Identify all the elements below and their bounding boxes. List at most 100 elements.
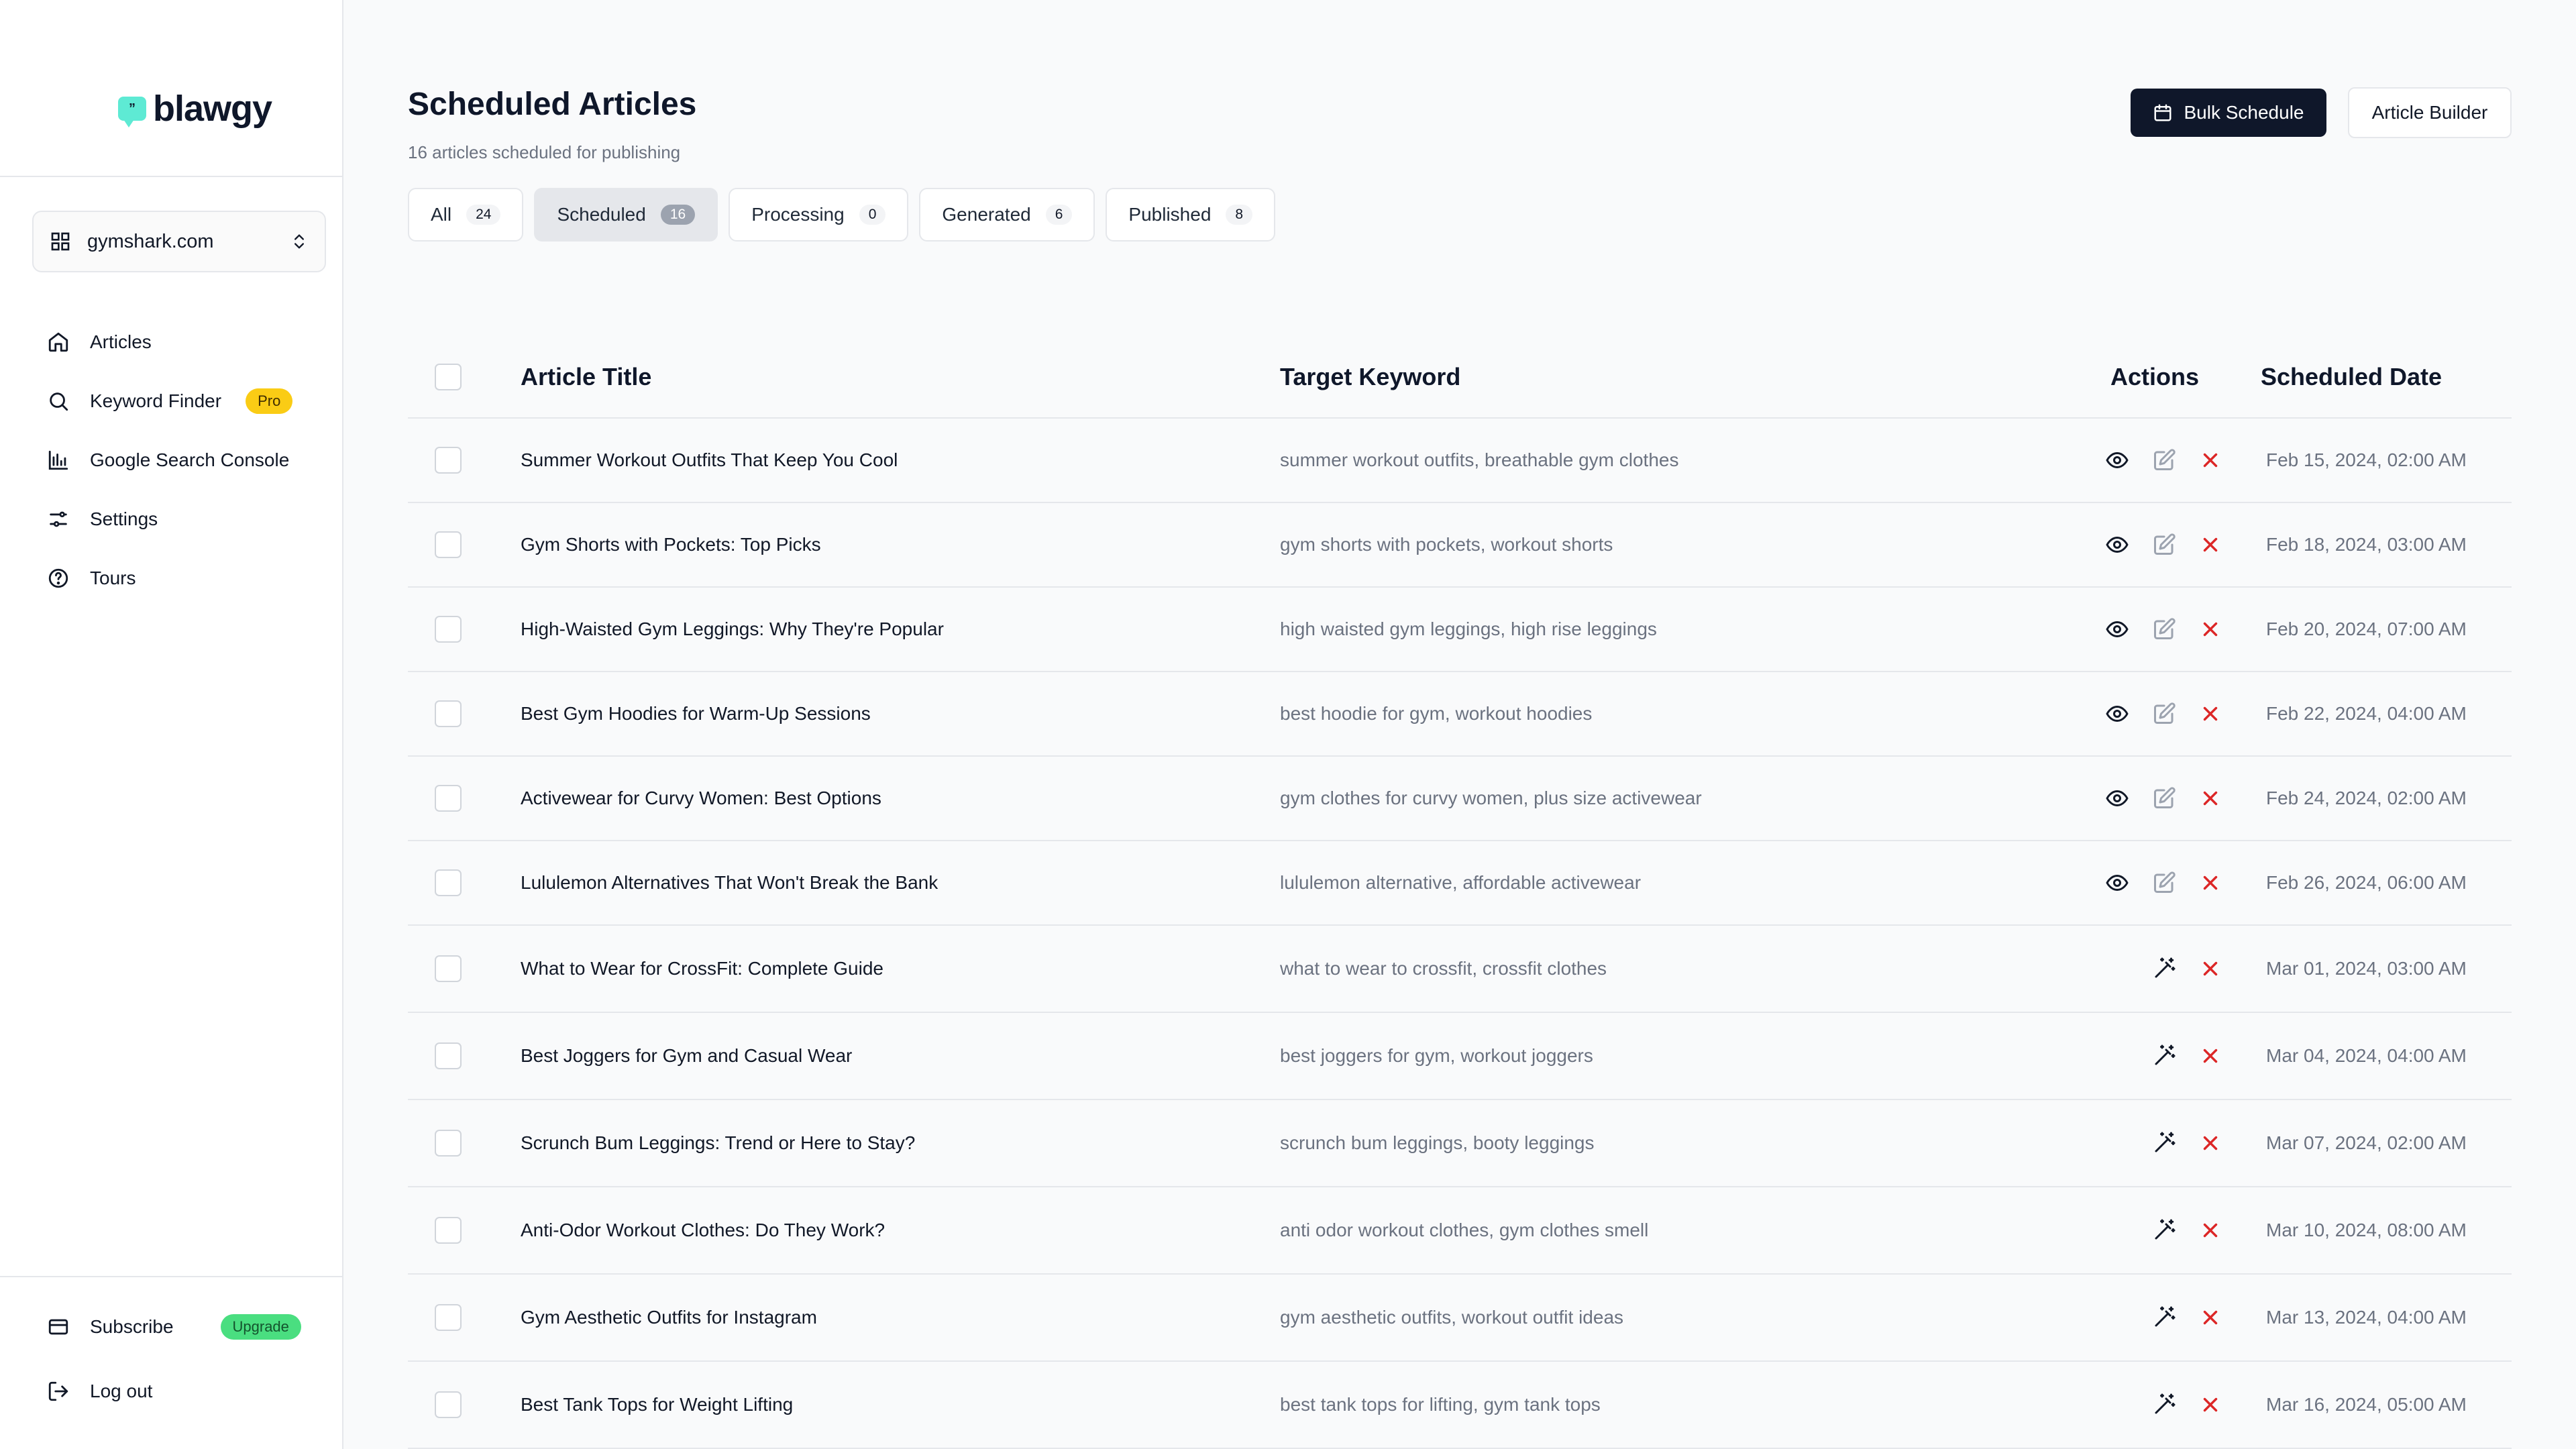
column-header-title[interactable]: Article Title (521, 335, 651, 419)
row-checkbox[interactable] (435, 447, 462, 474)
article-title[interactable]: Best Joggers for Gym and Casual Wear (521, 1013, 852, 1099)
table-header: Article Title Target Keyword Actions Sch… (408, 335, 2512, 419)
table-row[interactable]: Summer Workout Outfits That Keep You Coo… (408, 419, 2512, 503)
delete-icon[interactable] (2199, 618, 2222, 641)
table-row[interactable]: Best Gym Hoodies for Warm-Up Sessions bes… (408, 672, 2512, 757)
table-row[interactable]: Lululemon Alternatives That Won't Break … (408, 841, 2512, 926)
view-icon[interactable] (2105, 533, 2129, 557)
select-all-checkbox[interactable] (435, 364, 462, 390)
row-checkbox[interactable] (435, 1130, 462, 1157)
article-title[interactable]: High-Waisted Gym Leggings: Why They're P… (521, 588, 944, 671)
view-icon[interactable] (2105, 448, 2129, 472)
sidebar-item-google-search-console[interactable]: Google Search Console (47, 431, 329, 490)
magic-wand-icon[interactable] (2152, 1218, 2176, 1242)
article-title[interactable]: Lululemon Alternatives That Won't Break … (521, 841, 938, 924)
view-icon[interactable] (2105, 871, 2129, 895)
sidebar-item-keyword-finder[interactable]: Keyword Finder Pro (47, 372, 329, 431)
tab-scheduled[interactable]: Scheduled 16 (534, 188, 718, 241)
upgrade-badge[interactable]: Upgrade (220, 1314, 301, 1340)
brand-logo[interactable]: ” blawgy (118, 87, 272, 130)
delete-icon[interactable] (2199, 1393, 2222, 1416)
table-row[interactable]: High-Waisted Gym Leggings: Why They're P… (408, 588, 2512, 672)
article-title[interactable]: Best Tank Tops for Weight Lifting (521, 1362, 793, 1448)
target-keyword: what to wear to crossfit, crossfit cloth… (1280, 958, 1607, 979)
table-row[interactable]: Scrunch Bum Leggings: Trend or Here to S… (408, 1100, 2512, 1187)
article-title[interactable]: Gym Shorts with Pockets: Top Picks (521, 503, 821, 586)
delete-icon[interactable] (2199, 1132, 2222, 1155)
table-row[interactable]: Gym Aesthetic Outfits for Instagram gym a… (408, 1275, 2512, 1362)
row-actions (2054, 1100, 2222, 1186)
delete-icon[interactable] (2199, 702, 2222, 725)
article-title[interactable]: Gym Aesthetic Outfits for Instagram (521, 1275, 817, 1360)
delete-icon[interactable] (2199, 449, 2222, 472)
article-title[interactable]: Activewear for Curvy Women: Best Options (521, 757, 881, 840)
row-actions (2054, 841, 2222, 924)
table-row[interactable]: Gym Shorts with Pockets: Top Picks gym sh… (408, 503, 2512, 588)
delete-icon[interactable] (2199, 1306, 2222, 1329)
sidebar-item-logout[interactable]: Log out (47, 1359, 329, 1424)
sidebar-item-tours[interactable]: Tours (47, 549, 329, 608)
column-header-date[interactable]: Scheduled Date (2261, 335, 2442, 419)
article-title[interactable]: What to Wear for CrossFit: Complete Guid… (521, 926, 883, 1012)
row-checkbox[interactable] (435, 785, 462, 812)
row-checkbox[interactable] (435, 1304, 462, 1331)
article-builder-button[interactable]: Article Builder (2348, 87, 2512, 138)
scheduled-date: Feb 15, 2024, 02:00 AM (2266, 449, 2467, 470)
row-checkbox[interactable] (435, 1042, 462, 1069)
bulk-schedule-button[interactable]: Bulk Schedule (2131, 89, 2326, 137)
delete-icon[interactable] (2199, 787, 2222, 810)
target-keyword: high waisted gym leggings, high rise leg… (1280, 619, 1657, 639)
delete-icon[interactable] (2199, 957, 2222, 980)
magic-wand-icon[interactable] (2152, 1044, 2176, 1068)
table-row[interactable]: What to Wear for CrossFit: Complete Guid… (408, 926, 2512, 1013)
target-keyword: best hoodie for gym, workout hoodies (1280, 703, 1593, 724)
sidebar-item-subscribe[interactable]: Subscribe Upgrade (47, 1295, 329, 1359)
row-checkbox[interactable] (435, 955, 462, 982)
magic-wand-icon[interactable] (2152, 1131, 2176, 1155)
article-title[interactable]: Summer Workout Outfits That Keep You Coo… (521, 419, 898, 502)
column-header-keyword[interactable]: Target Keyword (1280, 335, 1460, 419)
row-select-cell (435, 672, 462, 755)
row-checkbox[interactable] (435, 1391, 462, 1418)
sidebar-item-articles[interactable]: Articles (47, 313, 329, 372)
article-title[interactable]: Best Gym Hoodies for Warm-Up Sessions (521, 672, 871, 755)
magic-wand-icon[interactable] (2152, 957, 2176, 981)
row-checkbox[interactable] (435, 869, 462, 896)
row-checkbox[interactable] (435, 1217, 462, 1244)
table-row[interactable]: Best Tank Tops for Weight Lifting best ta… (408, 1362, 2512, 1449)
edit-icon[interactable] (2152, 871, 2176, 895)
article-title[interactable]: Anti-Odor Workout Clothes: Do They Work? (521, 1187, 885, 1273)
tab-published[interactable]: Published 8 (1106, 188, 1276, 241)
delete-icon[interactable] (2199, 1044, 2222, 1067)
tab-generated[interactable]: Generated 6 (919, 188, 1095, 241)
edit-icon[interactable] (2152, 617, 2176, 641)
table-row[interactable]: Activewear for Curvy Women: Best Options… (408, 757, 2512, 841)
edit-icon[interactable] (2152, 786, 2176, 810)
view-icon[interactable] (2105, 617, 2129, 641)
sidebar-item-settings[interactable]: Settings (47, 490, 329, 549)
view-icon[interactable] (2105, 702, 2129, 726)
site-selector[interactable]: gymshark.com (32, 211, 326, 272)
view-icon[interactable] (2105, 786, 2129, 810)
magic-wand-icon[interactable] (2152, 1393, 2176, 1417)
article-title[interactable]: Scrunch Bum Leggings: Trend or Here to S… (521, 1100, 915, 1186)
table-row[interactable]: Anti-Odor Workout Clothes: Do They Work?… (408, 1187, 2512, 1275)
row-checkbox[interactable] (435, 616, 462, 643)
edit-icon[interactable] (2152, 702, 2176, 726)
table-row[interactable]: Best Joggers for Gym and Casual Wear best… (408, 1013, 2512, 1100)
tab-all[interactable]: All 24 (408, 188, 524, 241)
target-keyword: gym clothes for curvy women, plus size a… (1280, 788, 1702, 808)
tab-processing[interactable]: Processing 0 (729, 188, 909, 241)
row-checkbox[interactable] (435, 531, 462, 558)
row-checkbox[interactable] (435, 700, 462, 727)
edit-icon[interactable] (2152, 448, 2176, 472)
calendar-icon (2153, 103, 2173, 123)
delete-icon[interactable] (2199, 533, 2222, 556)
scheduled-date: Feb 26, 2024, 06:00 AM (2266, 872, 2467, 893)
delete-icon[interactable] (2199, 871, 2222, 894)
row-actions (2054, 1275, 2222, 1360)
tab-label: All (431, 204, 452, 225)
edit-icon[interactable] (2152, 533, 2176, 557)
delete-icon[interactable] (2199, 1219, 2222, 1242)
magic-wand-icon[interactable] (2152, 1305, 2176, 1330)
